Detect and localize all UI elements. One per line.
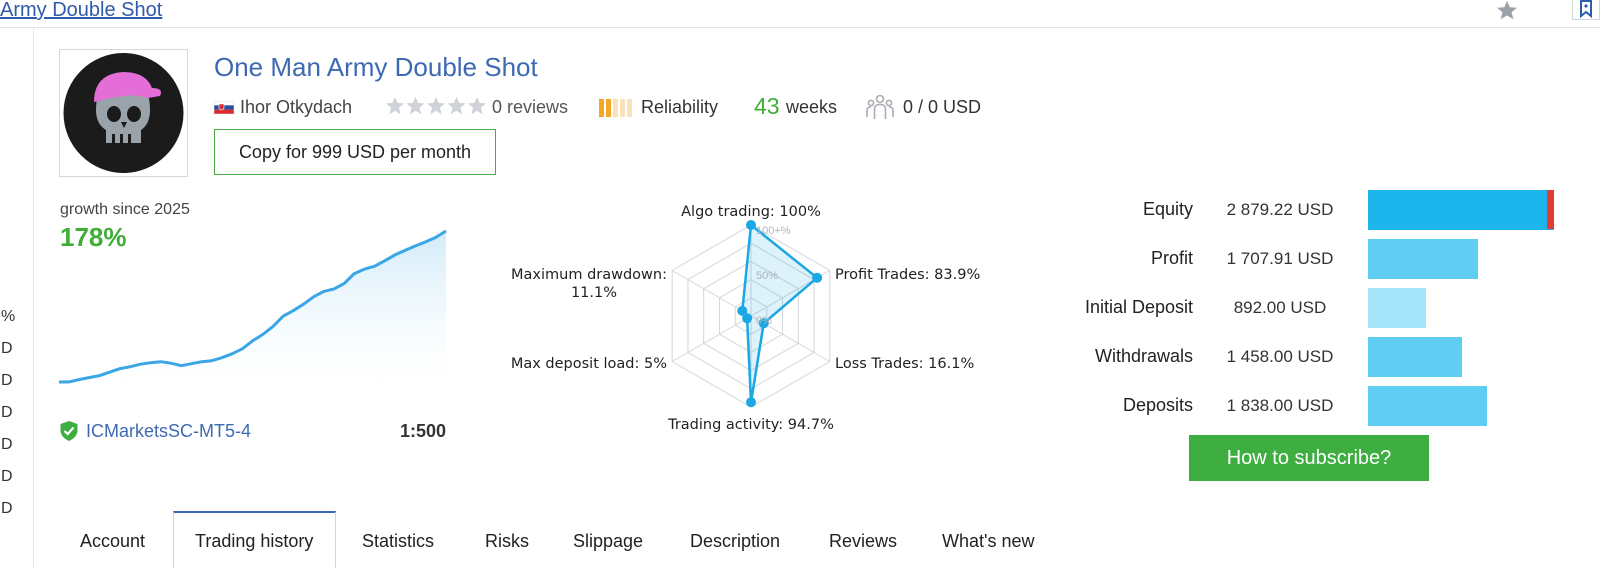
tab-whats-new[interactable]: What's new: [942, 531, 1034, 552]
tab-statistics[interactable]: Statistics: [362, 531, 434, 552]
left-divider: [33, 28, 34, 568]
stat-bar-equity: [1368, 190, 1554, 230]
subscribers-icon: [866, 94, 894, 119]
how-to-subscribe-button[interactable]: How to subscribe?: [1189, 435, 1429, 481]
radar-ring-label: 100+%: [756, 225, 791, 237]
growth-chart[interactable]: [58, 225, 450, 390]
left-stub-text: %: [1, 308, 16, 325]
stat-value-withdrawals: 1 458.00 USD: [1226, 347, 1334, 366]
copy-subscription-button[interactable]: Copy for 999 USD per month: [214, 129, 496, 175]
growth-label: growth since 2025: [60, 201, 190, 218]
equity-marker: [1547, 190, 1554, 229]
top-bar: [0, 0, 1600, 28]
radar-label-lower-left: Max deposit load: 5%: [511, 356, 667, 372]
radar-label-top: Algo trading: 100%: [681, 204, 821, 220]
stat-label-profit: Profit: [1150, 248, 1193, 268]
subscribers-value: 0 / 0 USD: [903, 97, 982, 117]
radar-point-trading-activity: [746, 397, 756, 408]
stat-label-initial-deposit: Initial Deposit: [1084, 297, 1193, 317]
radar-chart: 100+% 50% 0% Algo trading: 100% Profit T…: [511, 204, 980, 433]
stat-label-withdrawals: Withdrawals: [1094, 346, 1193, 366]
stat-value-initial-deposit: 892.00 USD: [1233, 298, 1327, 317]
stat-bar-withdrawals: [1368, 337, 1463, 377]
reliability-label: Reliability: [641, 97, 719, 117]
flag-icon: [214, 101, 234, 114]
author-name[interactable]: Ihor Otkydach: [240, 97, 352, 118]
stat-value-profit: 1 707.91 USD: [1226, 249, 1334, 268]
stat-label-equity: Equity: [1142, 199, 1193, 219]
radar-label-upper-right: Profit Trades: 83.9%: [835, 267, 980, 283]
tab-risks[interactable]: Risks: [485, 531, 529, 552]
weeks-number: 43: [754, 93, 780, 119]
rating-stars-icon: [386, 97, 486, 115]
reviews-count[interactable]: 0 reviews: [492, 97, 568, 118]
radar-ring-label: 50%: [756, 270, 778, 282]
stat-value-equity: 2 879.22 USD: [1226, 200, 1334, 219]
tab-slippage[interactable]: Slippage: [573, 531, 643, 552]
tab-description[interactable]: Description: [690, 531, 780, 552]
tab-account[interactable]: Account: [80, 531, 145, 552]
star-icon[interactable]: [1496, 0, 1518, 20]
radar-label-upper-left: Maximum drawdown:: [511, 267, 667, 283]
leverage-value: 1:500: [399, 421, 446, 441]
bookmark-icon[interactable]: [1572, 0, 1600, 20]
tab-reviews[interactable]: Reviews: [829, 531, 897, 552]
tab-trading-history[interactable]: Trading history: [195, 531, 313, 552]
left-stub-text: D: [1, 404, 13, 421]
growth-area: [59, 231, 446, 390]
stat-label-deposits: Deposits: [1122, 395, 1193, 415]
left-stub-text: D: [1, 372, 13, 389]
radar-label-upper-left-value: 11.1%: [571, 285, 617, 301]
left-stub-text: D: [1, 500, 13, 517]
page-title-link[interactable]: Army Double Shot: [0, 0, 162, 22]
radar-label-lower-right: Loss Trades: 16.1%: [835, 356, 974, 372]
skull-logo-icon: [63, 53, 184, 173]
reliability-bars-icon: [599, 99, 632, 117]
left-stub-text: D: [1, 468, 13, 485]
radar-spoke: [671, 315, 752, 362]
radar-label-bottom: Trading activity: 94.7%: [667, 417, 834, 433]
radar-ring-label: 0%: [756, 315, 772, 327]
rating-stars: [385, 96, 487, 121]
stat-bar-initial-deposit: [1368, 288, 1426, 328]
product-title[interactable]: One Man Army Double Shot: [214, 52, 538, 83]
product-avatar[interactable]: [59, 49, 188, 177]
radar-point-maximum-drawdown: [737, 305, 748, 316]
stat-value-deposits: 1 838.00 USD: [1226, 396, 1334, 415]
verified-shield-icon: [60, 421, 78, 441]
radar-point-algo-trading: [746, 220, 756, 230]
left-stub-text: D: [1, 340, 13, 357]
stat-bar-profit: [1368, 239, 1479, 279]
broker-server-link[interactable]: ICMarketsSC-MT5-4: [86, 421, 251, 442]
stat-bar-deposits: [1368, 386, 1487, 426]
weeks-label: weeks: [786, 97, 838, 117]
left-stub-text: D: [1, 436, 13, 453]
radar-point-profit-trades: [812, 272, 823, 283]
